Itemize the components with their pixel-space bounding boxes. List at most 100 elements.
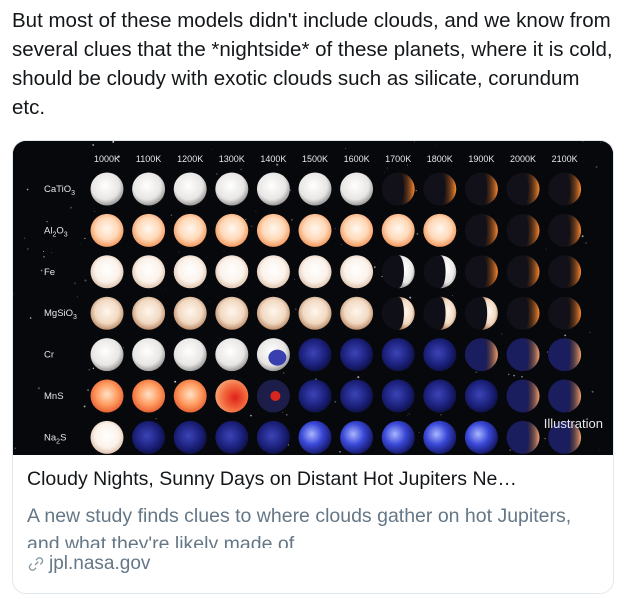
planet-sphere [256,255,290,289]
planet-sphere [298,172,332,206]
background-star [40,269,43,272]
planet-sphere [423,379,457,413]
background-star [345,148,347,150]
illustration-watermark: Illustration [544,416,603,431]
planet-sphere [132,379,166,413]
background-star [475,371,478,374]
planet-sphere [298,338,332,372]
background-star [409,296,412,299]
background-star [178,251,180,253]
background-star [112,141,115,143]
background-star [245,218,247,220]
background-star [501,333,503,335]
background-star [219,338,221,340]
background-star [545,248,547,250]
temperature-label: 1800K [427,154,453,164]
background-star [407,415,408,416]
planet-sphere [215,255,249,289]
planet-sphere [132,255,166,289]
planet-sphere [90,379,124,413]
background-star [170,214,173,217]
temperature-label: 2100K [552,154,578,164]
background-star [59,417,60,418]
background-star [27,248,29,250]
background-star [581,235,584,238]
background-star [508,373,510,376]
planet-sphere [90,420,124,454]
planet-sphere [464,379,498,413]
background-star [240,168,242,171]
background-star [546,351,548,353]
background-star [216,173,218,175]
background-star [357,376,360,379]
background-star [283,372,285,374]
background-star [29,317,32,319]
planet-sphere [423,338,457,372]
background-star [334,228,336,230]
background-star [209,301,210,302]
background-star [435,145,437,146]
background-star [564,334,567,337]
background-star [37,387,40,390]
planet-sphere [90,213,124,247]
card-domain-text: jpl.nasa.gov [49,553,151,574]
planet-hotspot [270,391,281,401]
background-star [406,164,409,166]
background-star [418,432,420,434]
species-label: Fe [44,267,55,278]
link-icon [28,557,44,571]
background-star [509,449,512,451]
background-star [416,232,419,235]
temperature-label: 1400K [260,154,286,164]
background-star [250,414,252,417]
temperature-label: 1900K [468,154,494,164]
background-star [93,210,96,212]
background-star [113,152,115,153]
background-star [591,390,594,393]
background-star [291,219,293,221]
background-star [80,243,81,245]
tweet-text: But most of these models didn't include … [12,9,613,119]
background-star [293,278,296,280]
planet-sphere [215,379,249,413]
temperature-label: 1100K [136,154,161,164]
planet-sphere [298,213,332,247]
background-star [88,368,91,371]
planet-sphere [173,296,207,330]
card-domain[interactable]: jpl.nasa.gov [27,553,150,575]
background-star [334,400,337,403]
planet-sphere [90,255,124,289]
background-star [51,252,52,254]
background-star [339,451,341,453]
background-star [286,414,288,416]
temperature-label: 1700K [385,154,411,164]
card-title[interactable]: Cloudy Nights, Sunny Days on Distant Hot… [27,468,599,491]
background-star [83,405,86,408]
card-image[interactable]: 1000K 1100K 1200K 1300K 1400K 1500K 1600K 1700K… [13,141,613,455]
background-star [440,414,442,416]
planet-sphere [132,338,166,372]
link-card[interactable]: 1000K 1100K 1200K 1300K 1400K 1500K 1600K 1700K… [12,140,614,594]
planet-sphere [340,255,374,289]
planet-sphere [340,172,374,206]
planet-sphere [173,172,207,206]
temperature-label: 2000K [510,154,536,164]
background-star [43,250,45,253]
card-description[interactable]: A new study finds clues to where clouds … [27,502,599,548]
planet-sphere [340,379,374,413]
planet-sphere [173,420,207,454]
planet-sphere [256,296,290,330]
planet-sphere [298,379,332,413]
background-star [70,206,72,209]
temperature-label: 1300K [219,154,245,164]
background-star [384,171,386,173]
background-star [282,411,284,413]
background-star [46,220,48,223]
background-star [386,167,388,169]
background-star [20,217,22,219]
planet-sphere [464,420,498,454]
background-star [14,447,16,449]
background-star [582,141,584,143]
background-star [92,144,95,146]
planet-sphere [340,213,374,247]
